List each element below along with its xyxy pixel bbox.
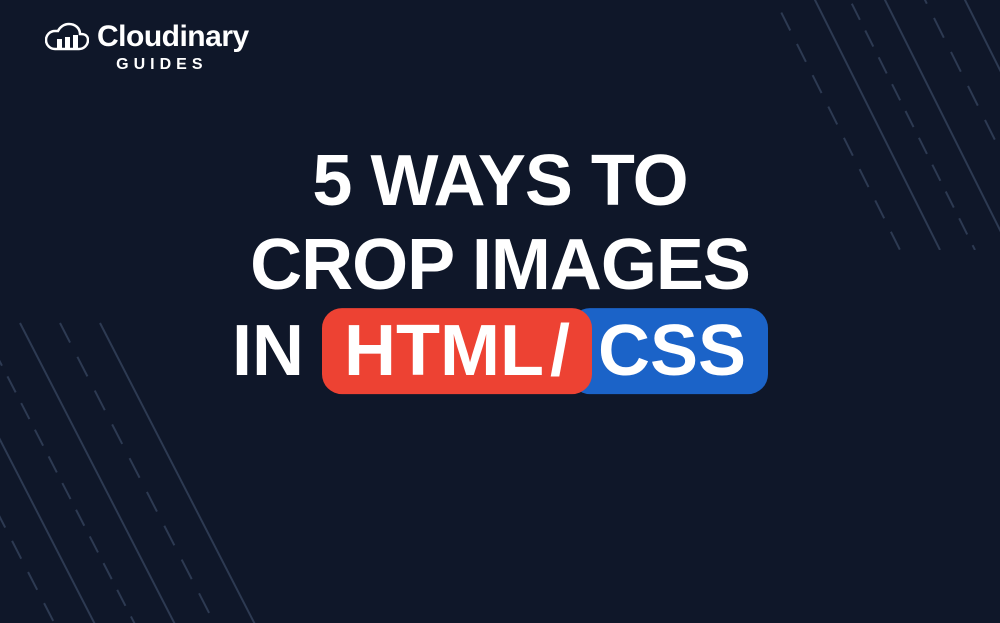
headline-line3: IN HTML / CSS	[232, 309, 768, 395]
headline: 5 WAYS TO CROP IMAGES IN HTML / CSS	[0, 139, 1000, 395]
slash: /	[550, 311, 570, 393]
headline-prefix: IN	[232, 311, 304, 393]
brand-subtitle: GUIDES	[116, 56, 207, 74]
pill-html: HTML /	[322, 309, 592, 395]
brand-name: Cloudinary	[97, 20, 249, 54]
headline-line1: 5 WAYS TO	[0, 139, 1000, 224]
cloudinary-cloud-icon	[45, 22, 89, 52]
headline-line2: CROP IMAGES	[0, 224, 1000, 309]
pill-html-text: HTML	[344, 311, 544, 393]
brand-logo: Cloudinary GUIDES	[45, 20, 249, 74]
pill-css: CSS	[570, 309, 768, 395]
